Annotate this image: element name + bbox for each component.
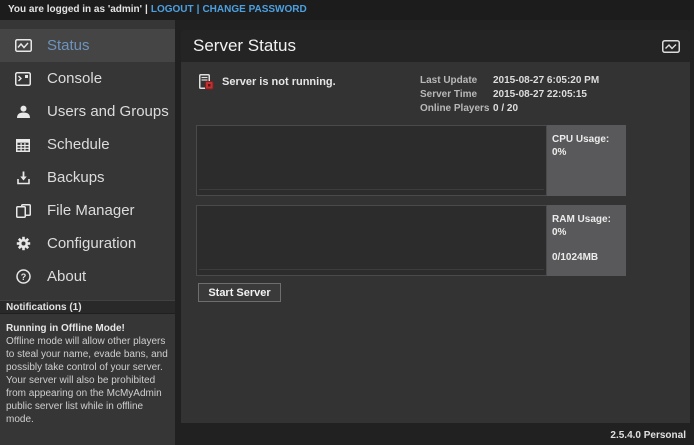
logged-in-text: You are logged in as 'admin' xyxy=(8,4,142,15)
sidebar-item-users-and-groups[interactable]: Users and Groups xyxy=(0,95,175,128)
ram-usage-detail: 0/1024MB xyxy=(552,251,621,264)
info-value: 2015-08-27 6:05:20 PM xyxy=(493,74,599,88)
change-password-link[interactable]: CHANGE PASSWORD xyxy=(202,4,306,15)
server-status-panel: Server Status Server is not running. Las… xyxy=(181,30,690,423)
console-icon xyxy=(14,70,32,88)
sidebar-item-label: About xyxy=(47,268,86,285)
sidebar-item-file-manager[interactable]: File Manager xyxy=(0,194,175,227)
cpu-usage-graph xyxy=(196,125,547,196)
notification-text: Offline mode will allow other players to… xyxy=(6,335,169,426)
schedule-icon xyxy=(14,136,32,154)
sidebar-item-label: File Manager xyxy=(47,202,135,219)
info-label: Online Players xyxy=(420,102,493,116)
server-info-block: Last Update 2015-08-27 6:05:20 PM Server… xyxy=(420,74,599,116)
panel-header: Server Status xyxy=(181,30,690,62)
ram-usage-label: RAM Usage: 0% 0/1024MB xyxy=(547,205,626,276)
main-area: Server Status Server is not running. Las… xyxy=(175,20,694,445)
info-row: Last Update 2015-08-27 6:05:20 PM xyxy=(420,74,599,88)
sidebar: Status Console Users and Groups Schedule xyxy=(0,20,175,445)
info-row: Online Players 0 / 20 xyxy=(420,102,599,116)
sidebar-item-configuration[interactable]: Configuration xyxy=(0,227,175,260)
sidebar-item-console[interactable]: Console xyxy=(0,62,175,95)
mcmyadmin-window: You are logged in as 'admin'|LOGOUT|CHAN… xyxy=(0,0,694,445)
sidebar-item-label: Users and Groups xyxy=(47,103,169,120)
server-status-row: Server is not running. xyxy=(198,74,336,90)
sidebar-item-schedule[interactable]: Schedule xyxy=(0,128,175,161)
topbar: You are logged in as 'admin'|LOGOUT|CHAN… xyxy=(0,0,694,20)
sidebar-item-label: Schedule xyxy=(47,136,110,153)
ram-usage-value: 0% xyxy=(552,226,621,239)
page-title: Server Status xyxy=(181,36,662,56)
sidebar-item-backups[interactable]: Backups xyxy=(0,161,175,194)
cpu-usage-value: 0% xyxy=(552,146,621,159)
status-message: Server is not running. xyxy=(222,76,336,88)
notifications-header: Notifications (1) xyxy=(0,300,175,314)
cpu-usage-title: CPU Usage: xyxy=(552,133,621,146)
sidebar-item-label: Status xyxy=(47,37,90,54)
info-label: Last Update xyxy=(420,74,493,88)
info-row: Server Time 2015-08-27 22:05:15 xyxy=(420,88,599,102)
sidebar-item-about[interactable]: ? About xyxy=(0,260,175,293)
configuration-icon xyxy=(14,235,32,253)
notifications-body: Running in Offline Mode! Offline mode wi… xyxy=(0,318,175,426)
version-label: 2.5.4.0 Personal xyxy=(610,430,686,441)
cpu-usage-label: CPU Usage: 0% xyxy=(547,125,626,196)
ram-usage-title: RAM Usage: xyxy=(552,213,621,226)
start-server-button[interactable]: Start Server xyxy=(198,283,281,302)
status-icon xyxy=(14,37,32,55)
server-stopped-icon xyxy=(198,74,214,90)
cpu-usage-section: CPU Usage: 0% xyxy=(196,125,626,196)
sidebar-item-label: Configuration xyxy=(47,235,136,252)
logout-link[interactable]: LOGOUT xyxy=(151,4,194,15)
sidebar-item-status[interactable]: Status xyxy=(0,29,175,62)
sidebar-item-label: Console xyxy=(47,70,102,87)
sidebar-item-label: Backups xyxy=(47,169,105,186)
about-icon: ? xyxy=(14,268,32,286)
svg-text:?: ? xyxy=(20,272,26,282)
ram-usage-section: RAM Usage: 0% 0/1024MB xyxy=(196,205,626,276)
users-icon xyxy=(14,103,32,121)
topbar-separator: | xyxy=(142,4,151,15)
info-value: 2015-08-27 22:05:15 xyxy=(493,88,587,102)
ram-usage-graph xyxy=(196,205,547,276)
notification-title: Running in Offline Mode! xyxy=(6,322,169,335)
chart-icon[interactable] xyxy=(662,40,690,53)
info-label: Server Time xyxy=(420,88,493,102)
info-value: 0 / 20 xyxy=(493,102,518,116)
backups-icon xyxy=(14,169,32,187)
sidebar-menu: Status Console Users and Groups Schedule xyxy=(0,29,175,293)
file-manager-icon xyxy=(14,202,32,220)
